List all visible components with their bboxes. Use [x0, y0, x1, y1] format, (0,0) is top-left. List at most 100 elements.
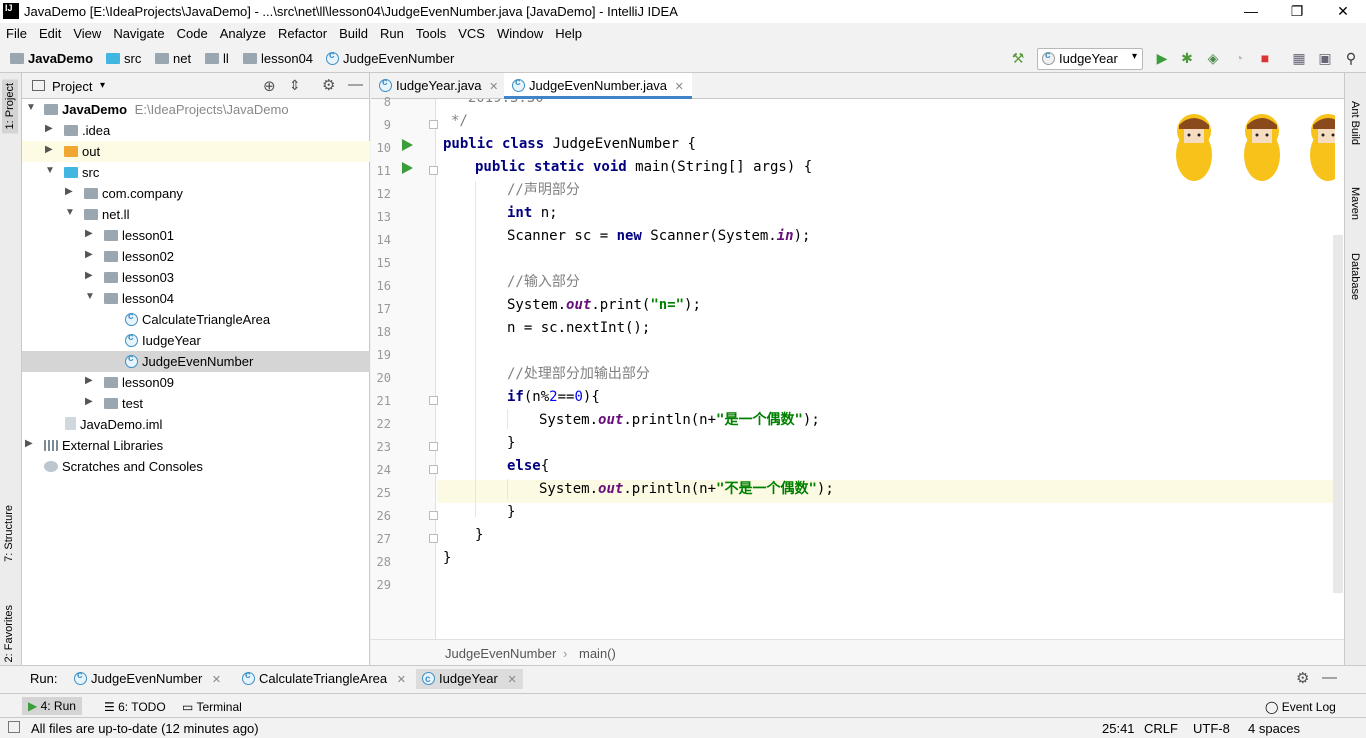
tree-item-lesson01[interactable]: ▶ lesson01	[22, 225, 370, 246]
gear-icon[interactable]: ⚙	[322, 76, 335, 94]
tree-item-iudgeyear[interactable]: IudgeYear	[22, 330, 370, 351]
tree-item-lesson03[interactable]: ▶ lesson03	[22, 267, 370, 288]
chevron-down-icon[interactable]: ▼	[26, 102, 36, 113]
tree-item-out[interactable]: ▶ out	[22, 141, 370, 162]
tree-item-judgeevennumber[interactable]: JudgeEvenNumber	[22, 351, 370, 372]
tab-run[interactable]: ▶ 4: Run	[22, 697, 82, 715]
chevron-right-icon[interactable]: ▶	[85, 249, 93, 260]
chevron-right-icon[interactable]: ▶	[25, 438, 33, 449]
maximize-button[interactable]: ❐	[1274, 0, 1320, 23]
chevron-down-icon[interactable]: ▼	[45, 165, 55, 176]
breadcrumb-project[interactable]: JavaDemo	[10, 51, 93, 66]
menu-tools[interactable]: Tools	[410, 23, 452, 41]
chevron-right-icon[interactable]: ▶	[85, 270, 93, 281]
code-area[interactable]: * 2019.3.30 */ public class JudgeEvenNum…	[437, 99, 1335, 639]
hide-panel-icon[interactable]: —	[1322, 669, 1337, 686]
menu-build[interactable]: Build	[333, 23, 374, 41]
close-tab-icon[interactable]: ✕	[675, 81, 684, 93]
tree-item-javademo-iml[interactable]: JavaDemo.iml	[22, 414, 370, 435]
breadcrumb-class[interactable]: JudgeEvenNumber	[326, 50, 454, 66]
editor-scrollbar[interactable]	[1333, 235, 1343, 593]
menu-analyze[interactable]: Analyze	[214, 23, 272, 41]
sdk-icon[interactable]: ▣	[1316, 49, 1334, 67]
run-tab-iudgeyear[interactable]: IudgeYear ✕	[416, 669, 523, 690]
file-encoding[interactable]: UTF-8	[1193, 721, 1230, 736]
tab-iudgeyear-java[interactable]: IudgeYear.java ✕	[371, 73, 506, 99]
close-button[interactable]: ✕	[1320, 0, 1366, 23]
tree-item-scratches[interactable]: Scratches and Consoles	[22, 456, 370, 477]
tree-item-com-company[interactable]: ▶ com.company	[22, 183, 370, 204]
tab-structure[interactable]: 7: Structure	[3, 505, 15, 562]
menu-window[interactable]: Window	[491, 23, 549, 41]
tab-maven[interactable]: Maven	[1349, 187, 1361, 220]
breadcrumb-net[interactable]: net	[155, 51, 191, 66]
tree-item-external-libraries[interactable]: ▶ External Libraries	[22, 435, 370, 456]
chevron-right-icon[interactable]: ▶	[45, 144, 53, 155]
menu-navigate[interactable]: Navigate	[107, 23, 170, 41]
menu-edit[interactable]: Edit	[33, 23, 67, 41]
chevron-right-icon[interactable]: ▶	[85, 228, 93, 239]
caret-position[interactable]: 25:41	[1102, 721, 1135, 736]
menu-refactor[interactable]: Refactor	[272, 23, 333, 41]
breadcrumb-method[interactable]: main()	[579, 646, 616, 661]
tree-item-javademo[interactable]: ▼ JavaDemo E:\IdeaProjects\JavaDemo	[22, 99, 370, 120]
menu-vcs[interactable]: VCS	[452, 23, 491, 41]
tab-terminal[interactable]: ▭ Terminal	[182, 700, 242, 714]
stop-icon[interactable]: ■	[1256, 49, 1274, 67]
tree-item-src[interactable]: ▼ src	[22, 162, 370, 183]
chevron-down-icon[interactable]: ▼	[85, 291, 95, 302]
hide-panel-icon[interactable]: —	[348, 76, 363, 93]
run-icon[interactable]: ▶	[1153, 49, 1171, 67]
tab-database[interactable]: Database	[1349, 253, 1361, 300]
chevron-down-icon[interactable]: ▼	[65, 207, 75, 218]
run-tab-calculatetrianglearea[interactable]: CalculateTriangleArea ✕	[242, 670, 406, 686]
gear-icon[interactable]: ⚙	[1296, 669, 1309, 687]
close-tab-icon[interactable]: ✕	[212, 674, 221, 686]
chevron-right-icon[interactable]: ▶	[45, 123, 53, 134]
menu-help[interactable]: Help	[549, 23, 588, 41]
debug-bug-icon[interactable]: ✱	[1178, 49, 1196, 67]
event-log-button[interactable]: ◯ Event Log	[1265, 700, 1336, 714]
chevron-right-icon[interactable]: ▶	[65, 186, 73, 197]
project-view-select[interactable]: Project	[52, 79, 92, 94]
run-gutter-icon[interactable]	[402, 162, 413, 174]
close-tab-icon[interactable]: ✕	[489, 81, 498, 93]
close-tab-icon[interactable]: ✕	[507, 674, 516, 686]
search-icon[interactable]: ⚲	[1342, 49, 1360, 67]
project-structure-icon[interactable]: ▦	[1290, 49, 1308, 67]
tab-ant-build[interactable]: Ant Build	[1349, 101, 1361, 145]
chevron-right-icon[interactable]: ▶	[85, 375, 93, 386]
tab-project[interactable]: 1: Project	[2, 79, 18, 134]
status-toggle-icon[interactable]	[8, 721, 20, 733]
menu-file[interactable]: File	[0, 23, 33, 41]
tab-judgeevennumber-java[interactable]: JudgeEvenNumber.java ✕	[504, 73, 692, 99]
breadcrumb-ll[interactable]: ll	[205, 51, 229, 66]
menu-view[interactable]: View	[67, 23, 107, 41]
run-gutter-icon[interactable]	[402, 139, 413, 151]
tree-item-idea[interactable]: ▶ .idea	[22, 120, 370, 141]
locate-target-icon[interactable]: ⊕	[263, 77, 276, 95]
breadcrumb-lesson04[interactable]: lesson04	[243, 51, 313, 66]
line-separator[interactable]: CRLF	[1144, 721, 1178, 736]
tab-favorites[interactable]: 2: Favorites	[3, 605, 15, 662]
chevron-down-icon[interactable]: ▾	[100, 80, 105, 91]
coverage-icon[interactable]: ◈	[1204, 49, 1222, 67]
tree-item-test[interactable]: ▶ test	[22, 393, 370, 414]
tree-item-lesson09[interactable]: ▶ lesson09	[22, 372, 370, 393]
indent-setting[interactable]: 4 spaces	[1248, 721, 1300, 736]
tab-todo[interactable]: ☰ 6: TODO	[104, 700, 166, 714]
breadcrumb-class[interactable]: JudgeEvenNumber	[445, 646, 556, 661]
minimize-button[interactable]: —	[1228, 0, 1274, 23]
run-config-select[interactable]: IudgeYear▾	[1037, 48, 1143, 70]
tree-item-lesson02[interactable]: ▶ lesson02	[22, 246, 370, 267]
menu-run[interactable]: Run	[374, 23, 410, 41]
menu-code[interactable]: Code	[171, 23, 214, 41]
breadcrumb-src[interactable]: src	[106, 51, 141, 66]
close-tab-icon[interactable]: ✕	[397, 674, 406, 686]
build-hammer-icon[interactable]: ⚒	[1009, 49, 1027, 67]
collapse-all-icon[interactable]: ⇕	[289, 77, 301, 94]
run-tab-judgeevennumber[interactable]: JudgeEvenNumber ✕	[74, 670, 221, 686]
chevron-right-icon[interactable]: ▶	[85, 396, 93, 407]
tree-item-calculatetrianglearea[interactable]: CalculateTriangleArea	[22, 309, 370, 330]
tree-item-lesson04[interactable]: ▼ lesson04	[22, 288, 370, 309]
